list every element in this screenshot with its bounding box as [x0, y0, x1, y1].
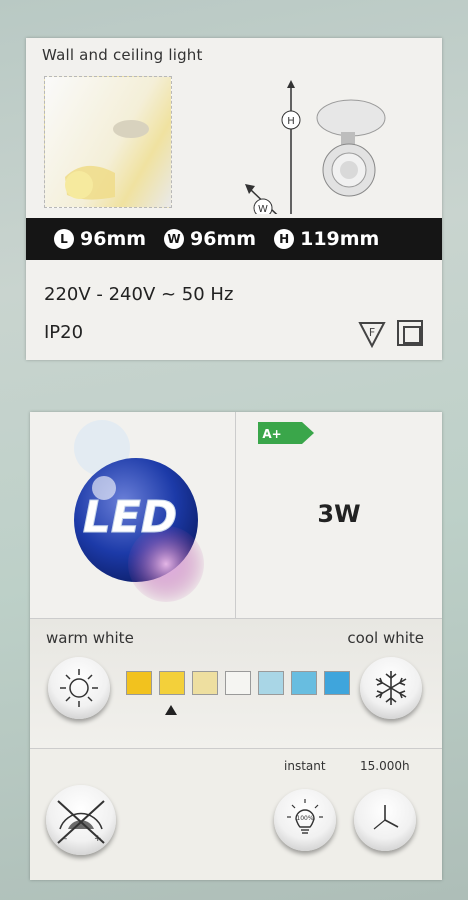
color-swatch	[258, 671, 284, 695]
lamp-photo	[44, 76, 172, 208]
color-swatch	[126, 671, 152, 695]
product-specs-panel: Wall and ceiling light H W L 96mm W 96mm…	[26, 38, 442, 360]
svg-text:LED: LED	[83, 492, 178, 543]
product-title: Wall and ceiling light	[42, 46, 203, 64]
svg-text:-: -	[64, 834, 67, 844]
length-value: 96mm	[80, 228, 147, 250]
color-swatch	[192, 671, 218, 695]
warm-white-label: warm white	[46, 629, 134, 647]
clock-icon	[354, 789, 416, 851]
wattage-cell: A+ 3W	[236, 412, 442, 618]
lighting-features-panel: LED A+ 3W warm white cool white - + inst…	[30, 412, 442, 880]
height-icon: H	[274, 229, 295, 249]
svg-text:+: +	[94, 834, 102, 844]
dimension-length: L 96mm	[54, 228, 146, 250]
selected-temperature-pointer-icon	[165, 705, 177, 715]
voltage-spec: 220V - 240V ~ 50 Hz	[44, 284, 234, 305]
svg-text:A+: A+	[262, 427, 281, 441]
dimension-width: W 96mm	[164, 228, 256, 250]
height-value: 119mm	[300, 228, 380, 250]
svg-text:H: H	[287, 116, 295, 127]
svg-text:F: F	[369, 326, 375, 339]
h-axis-label: H	[281, 110, 301, 130]
energy-class-badge: A+	[258, 422, 314, 444]
color-temperature-row: warm white cool white	[30, 618, 442, 748]
color-swatch	[324, 671, 350, 695]
color-swatch-scale	[126, 671, 350, 695]
instant-light-bulb-icon: 100%	[274, 789, 336, 851]
f-mark-icon: F	[358, 320, 386, 352]
cool-white-label: cool white	[347, 629, 424, 647]
wattage-value: 3W	[317, 500, 361, 528]
width-icon: W	[164, 229, 185, 249]
dimension-height: H 119mm	[274, 228, 379, 250]
dimension-diagram: H W L	[231, 74, 431, 238]
color-swatch	[225, 671, 251, 695]
width-value: 96mm	[190, 228, 257, 250]
color-swatch	[159, 671, 185, 695]
lifetime-label: 15.000h	[360, 759, 410, 773]
instant-label: instant	[284, 759, 326, 773]
ip-rating: IP20	[44, 322, 84, 343]
sun-icon	[48, 657, 110, 719]
features-row: - + instant 15.000h 100%	[30, 748, 442, 880]
led-logo: LED	[74, 420, 204, 602]
dimensions-bar: L 96mm W 96mm H 119mm	[26, 218, 442, 260]
class-ii-icon	[397, 320, 423, 346]
color-swatch	[291, 671, 317, 695]
snowflake-icon	[360, 657, 422, 719]
length-icon: L	[54, 229, 74, 249]
non-dimmable-icon: - +	[46, 785, 116, 855]
svg-text:100%: 100%	[296, 815, 313, 822]
led-logo-cell: LED	[30, 412, 236, 618]
